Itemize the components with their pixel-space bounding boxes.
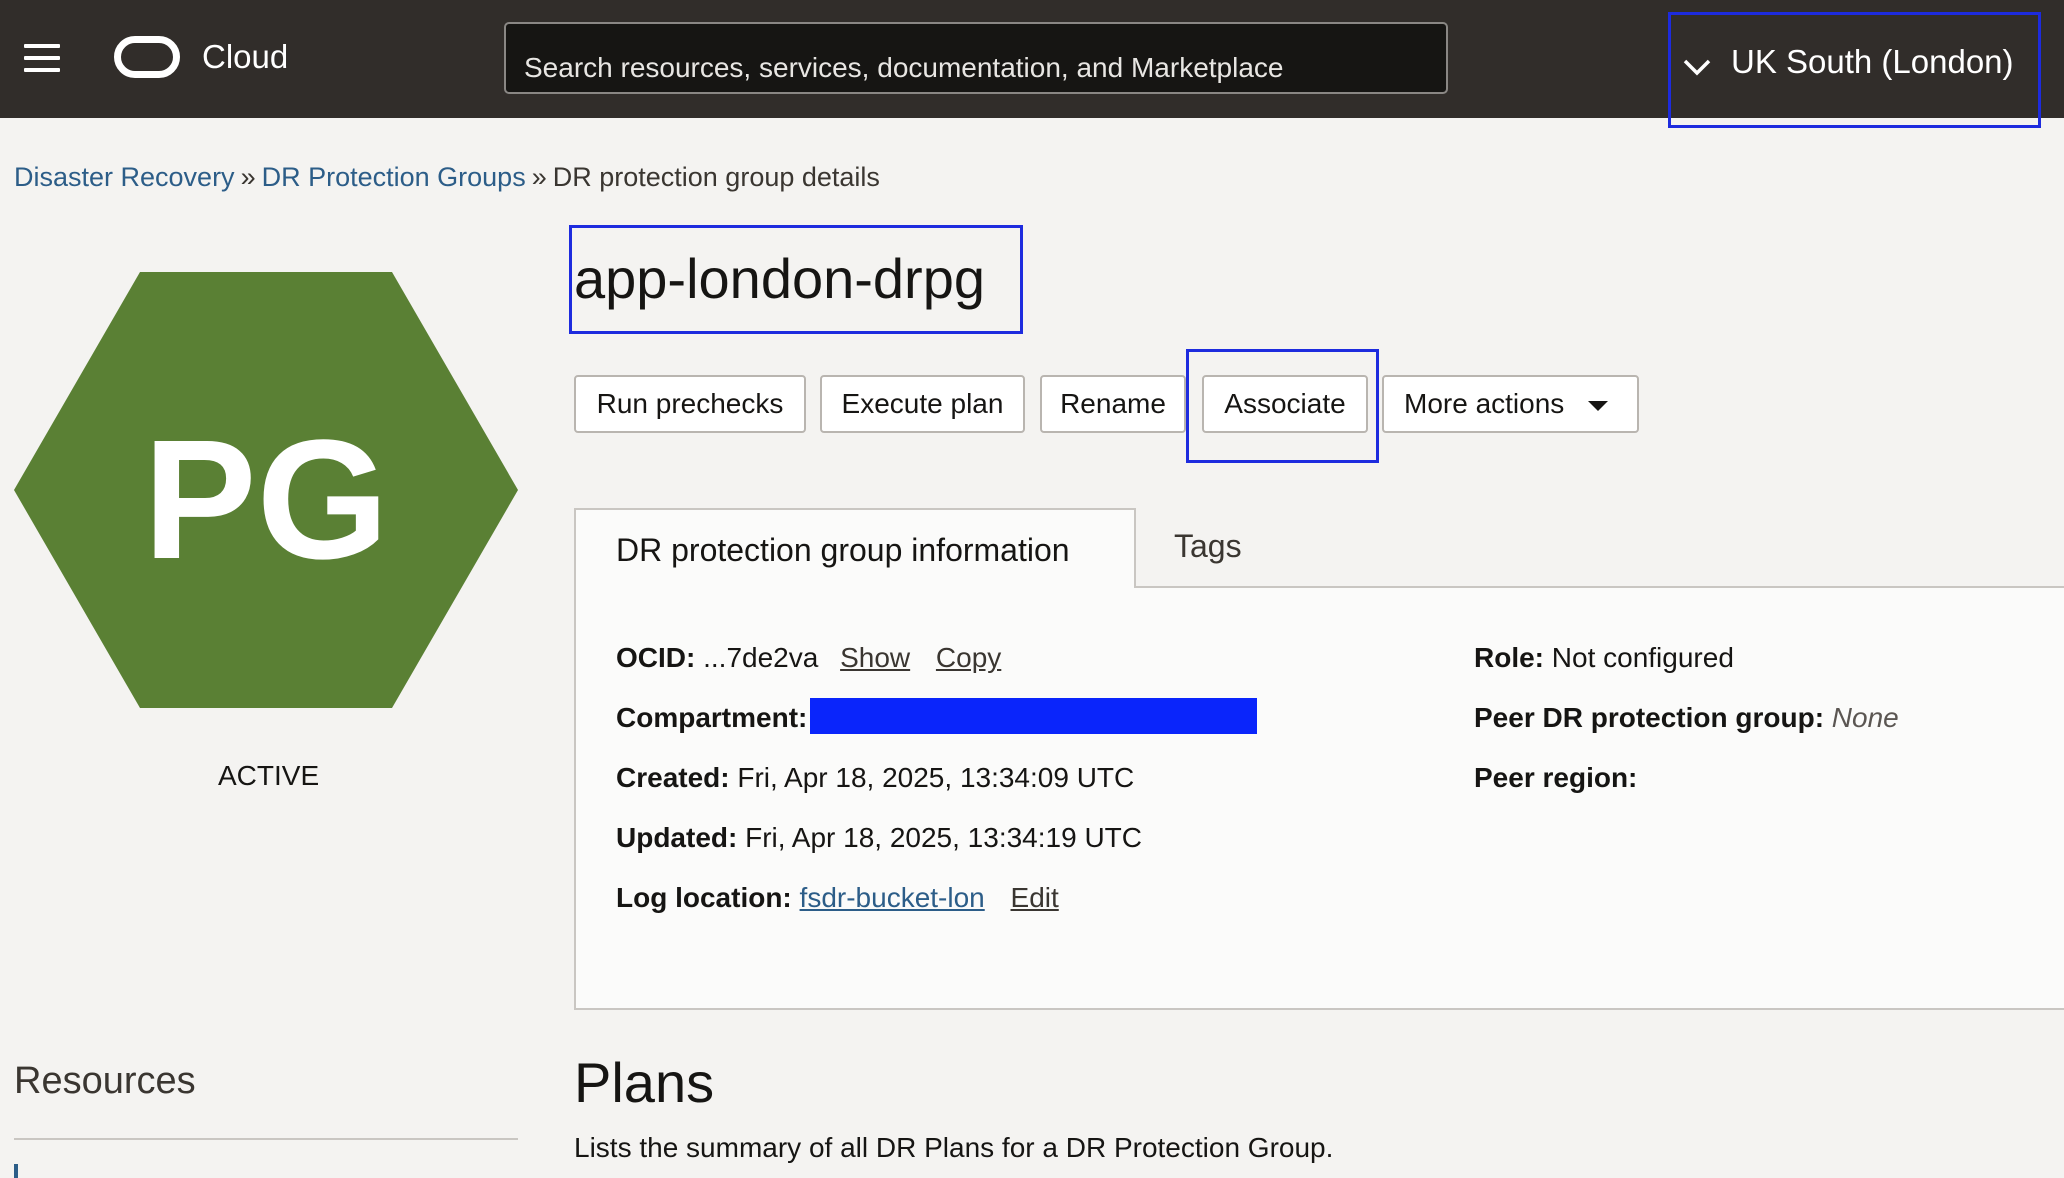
oracle-logo-icon[interactable] bbox=[114, 36, 180, 78]
breadcrumb: Disaster Recovery» DR Protection Groups» D… bbox=[14, 162, 880, 193]
updated-row: Updated: Fri, Apr 18, 2025, 13:34:19 UTC bbox=[616, 822, 1142, 854]
compartment-row: Compartment: bbox=[616, 702, 807, 734]
divider bbox=[14, 1138, 518, 1140]
copy-ocid-link[interactable]: Copy bbox=[936, 642, 1001, 673]
peer-region-row: Peer region: bbox=[1474, 762, 1637, 794]
ocid-row: OCID: ...7de2va Show Copy bbox=[616, 642, 1001, 674]
log-location-link[interactable]: fsdr-bucket-lon bbox=[800, 882, 985, 913]
region-label: UK South (London) bbox=[1731, 43, 2014, 80]
edit-log-location-link[interactable]: Edit bbox=[1011, 882, 1059, 913]
brand-label[interactable]: Cloud bbox=[202, 38, 288, 76]
role-value: Not configured bbox=[1551, 642, 1734, 673]
ocid-label: OCID: bbox=[616, 642, 696, 673]
show-ocid-link[interactable]: Show bbox=[840, 642, 910, 673]
redacted-compartment bbox=[810, 698, 1257, 734]
badge-text: PG bbox=[143, 405, 389, 595]
region-selector[interactable]: UK South (London) bbox=[1668, 12, 2041, 128]
status-badge: ACTIVE bbox=[218, 760, 320, 791]
updated-value: Fri, Apr 18, 2025, 13:34:19 UTC bbox=[745, 822, 1142, 853]
tab-tags[interactable]: Tags bbox=[1174, 528, 1242, 565]
page-title: app-london-drpg bbox=[574, 247, 985, 310]
breadcrumb-separator: » bbox=[240, 162, 256, 192]
more-actions-button[interactable]: More actions bbox=[1382, 375, 1639, 433]
rename-button[interactable]: Rename bbox=[1040, 375, 1186, 433]
updated-label: Updated: bbox=[616, 822, 738, 853]
log-location-row: Log location: fsdr-bucket-lon Edit bbox=[616, 882, 1059, 914]
plans-description: Lists the summary of all DR Plans for a … bbox=[574, 1132, 1334, 1163]
ocid-value: ...7de2va bbox=[703, 642, 819, 673]
peer-region-label: Peer region: bbox=[1474, 762, 1638, 793]
compartment-label: Compartment: bbox=[616, 702, 808, 733]
run-prechecks-button[interactable]: Run prechecks bbox=[574, 375, 806, 433]
execute-plan-button[interactable]: Execute plan bbox=[820, 375, 1025, 433]
hexagon-icon: PG bbox=[14, 272, 518, 708]
breadcrumb-dr-protection-groups[interactable]: DR Protection Groups bbox=[262, 162, 526, 192]
role-label: Role: bbox=[1474, 642, 1544, 673]
plans-heading: Plans bbox=[574, 1051, 715, 1114]
caret-down-icon bbox=[1588, 400, 1609, 411]
resources-list-marker bbox=[14, 1164, 18, 1178]
created-label: Created: bbox=[616, 762, 730, 793]
breadcrumb-separator: » bbox=[531, 162, 547, 192]
hamburger-menu-icon[interactable] bbox=[24, 44, 60, 72]
breadcrumb-disaster-recovery[interactable]: Disaster Recovery bbox=[14, 162, 235, 192]
top-navigation-bar: Cloud UK South (London) bbox=[0, 0, 2064, 128]
associate-highlight bbox=[1186, 349, 1379, 463]
peer-group-label: Peer DR protection group: bbox=[1474, 702, 1825, 733]
created-value: Fri, Apr 18, 2025, 13:34:09 UTC bbox=[737, 762, 1135, 793]
resource-badge: PG bbox=[14, 272, 518, 708]
role-row: Role: Not configured bbox=[1474, 642, 1734, 674]
peer-group-value: None bbox=[1831, 702, 1899, 733]
log-location-label: Log location: bbox=[616, 882, 792, 913]
search-input[interactable] bbox=[504, 22, 1448, 94]
more-actions-label: More actions bbox=[1404, 388, 1565, 419]
resources-heading: Resources bbox=[14, 1060, 196, 1102]
created-row: Created: Fri, Apr 18, 2025, 13:34:09 UTC bbox=[616, 762, 1134, 794]
tab-dr-protection-group-information[interactable]: DR protection group information bbox=[574, 508, 1136, 588]
chevron-down-icon bbox=[1683, 59, 1711, 76]
peer-group-row: Peer DR protection group: None bbox=[1474, 702, 1899, 734]
breadcrumb-current: DR protection group details bbox=[552, 162, 880, 192]
